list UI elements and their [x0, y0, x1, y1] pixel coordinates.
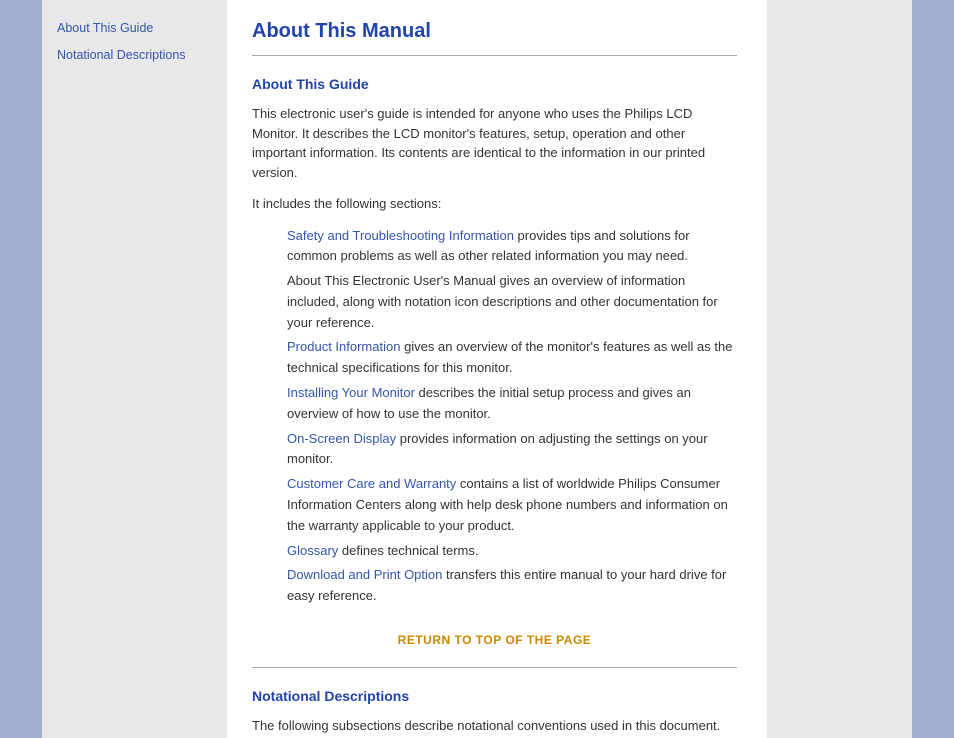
- list-item-2: About This Electronic User's Manual give…: [287, 271, 737, 333]
- list-item-4: Installing Your Monitor describes the in…: [287, 383, 737, 425]
- sidebar-item-notational[interactable]: Notational Descriptions: [57, 47, 212, 62]
- about-guide-para-1: This electronic user's guide is intended…: [252, 104, 737, 182]
- glossary-link[interactable]: Glossary: [287, 543, 338, 558]
- divider-top: [252, 55, 737, 56]
- customer-care-link[interactable]: Customer Care and Warranty: [287, 476, 456, 491]
- notational-title: Notational Descriptions: [252, 688, 737, 704]
- divider-mid: [252, 667, 737, 668]
- right-sidebar-bg: [767, 0, 912, 738]
- list-item-5: On-Screen Display provides information o…: [287, 429, 737, 471]
- safety-link[interactable]: Safety and Troubleshooting Information: [287, 228, 514, 243]
- product-info-link[interactable]: Product Information: [287, 339, 400, 354]
- sidebar-link-about-guide[interactable]: About This Guide: [57, 21, 153, 35]
- list-item-3: Product Information gives an overview of…: [287, 337, 737, 379]
- page-title: About This Manual: [252, 20, 737, 43]
- about-guide-title: About This Guide: [252, 76, 737, 92]
- list-item-1: Safety and Troubleshooting Information p…: [287, 226, 737, 268]
- about-guide-para-2: It includes the following sections:: [252, 194, 737, 214]
- download-print-link[interactable]: Download and Print Option: [287, 567, 442, 582]
- left-accent-bar: [0, 0, 42, 738]
- return-to-top-container: RETURN TO TOP OF THE PAGE: [252, 632, 737, 647]
- osd-link[interactable]: On-Screen Display: [287, 431, 396, 446]
- sidebar: About This Guide Notational Descriptions: [42, 0, 227, 738]
- notational-section: Notational Descriptions The following su…: [252, 688, 737, 738]
- right-accent-bar: [912, 0, 954, 738]
- notational-para-1: The following subsections describe notat…: [252, 716, 737, 736]
- sidebar-item-about-guide[interactable]: About This Guide: [57, 20, 212, 35]
- list-item-8: Download and Print Option transfers this…: [287, 565, 737, 607]
- return-to-top-link[interactable]: RETURN TO TOP OF THE PAGE: [398, 633, 592, 647]
- main-content-area: About This Manual About This Guide This …: [227, 0, 767, 738]
- sidebar-link-notational[interactable]: Notational Descriptions: [57, 48, 186, 62]
- about-guide-section: About This Guide This electronic user's …: [252, 76, 737, 647]
- list-item-6: Customer Care and Warranty contains a li…: [287, 474, 737, 536]
- list-item-7: Glossary defines technical terms.: [287, 541, 737, 562]
- installing-link[interactable]: Installing Your Monitor: [287, 385, 415, 400]
